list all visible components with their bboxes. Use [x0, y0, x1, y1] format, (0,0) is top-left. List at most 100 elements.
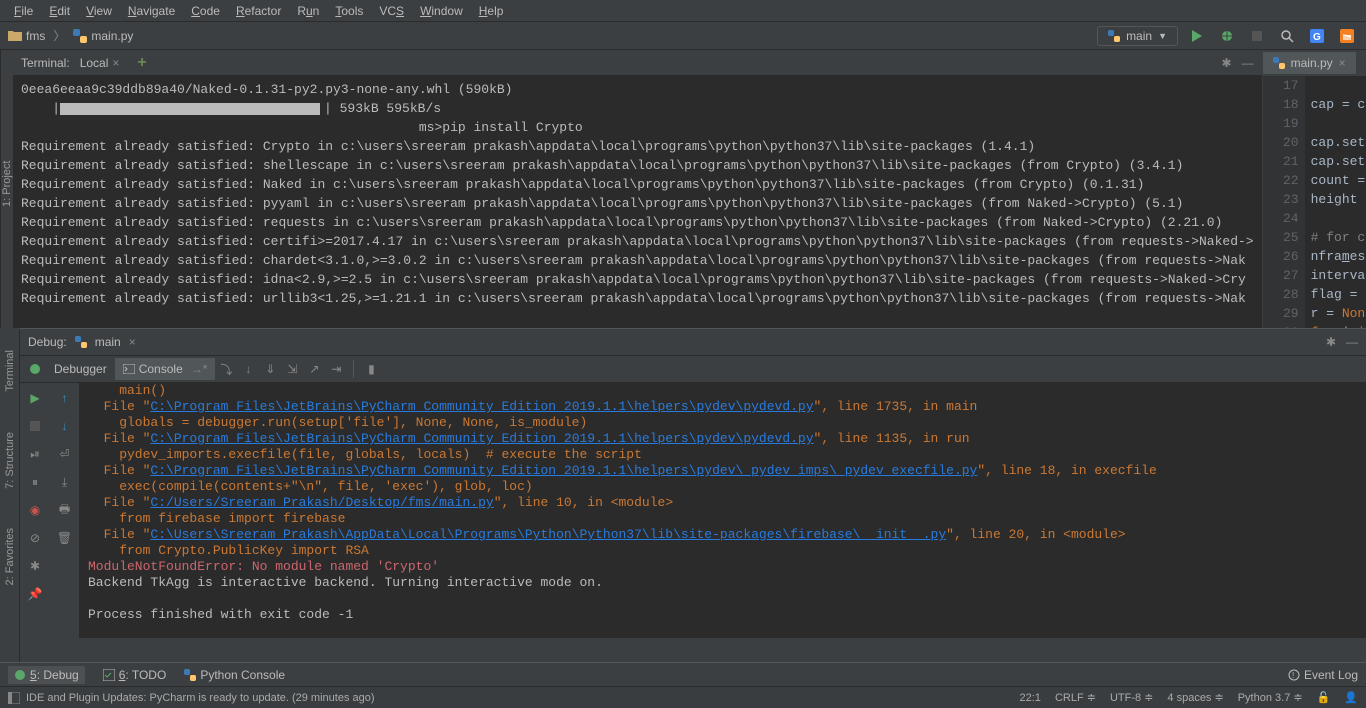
step-over-icon[interactable]: ⤵	[215, 358, 237, 380]
breadcrumb-folder[interactable]: fms	[8, 29, 45, 43]
console-icon	[123, 364, 135, 374]
menu-window[interactable]: Window	[412, 4, 471, 18]
structure-tool-button[interactable]: 7: Structure	[4, 432, 16, 489]
close-icon[interactable]: ×	[1339, 56, 1346, 70]
python-icon	[184, 669, 196, 681]
bug-icon	[14, 669, 26, 681]
python-icon	[1273, 57, 1285, 69]
terminal-title: Terminal:	[21, 56, 70, 70]
terminal-tab-local[interactable]: Local ×	[74, 54, 126, 72]
terminal-output[interactable]: 0eea6eeaa9c39ddb89a40/Naked-0.1.31-py2.p…	[13, 76, 1262, 328]
soft-wrap-icon[interactable]: ⏎	[54, 443, 76, 465]
cursor-position[interactable]: 22:1	[1020, 692, 1041, 704]
menu-navigate[interactable]: Navigate	[120, 4, 183, 18]
chevron-down-icon: ▼	[1158, 31, 1167, 41]
favorites-tool-button[interactable]: 2: Favorites	[4, 528, 16, 585]
evaluate-icon[interactable]: ▮	[360, 358, 382, 380]
menu-refactor[interactable]: Refactor	[228, 4, 289, 18]
debug-config-name: main	[95, 335, 121, 349]
force-step-icon[interactable]: ⇲	[281, 358, 303, 380]
close-icon[interactable]: ×	[112, 56, 119, 70]
breadcrumb-file[interactable]: main.py	[73, 29, 133, 43]
debug-console-output[interactable]: main() File "C:\Program Files\JetBrains\…	[80, 383, 1366, 638]
terminal-new-tab[interactable]: +	[137, 54, 146, 72]
search-everywhere-button[interactable]	[1276, 25, 1298, 47]
python-icon	[75, 336, 87, 348]
status-bar: IDE and Plugin Updates: PyCharm is ready…	[0, 686, 1366, 708]
debug-title-label: Debug:	[28, 335, 67, 349]
event-log-button[interactable]: ! Event Log	[1288, 668, 1358, 682]
editor-tab-main[interactable]: main.py ×	[1263, 52, 1356, 74]
view-breakpoints-button[interactable]: ◉	[24, 499, 46, 521]
debug-button[interactable]	[1216, 25, 1238, 47]
bottom-tool-bar: 5: Debug 6: TODO Python Console ! Event …	[0, 662, 1366, 686]
svg-text:G: G	[1313, 32, 1321, 43]
menu-help[interactable]: Help	[471, 4, 512, 18]
up-icon[interactable]: ↑	[54, 387, 76, 409]
run-to-cursor-icon[interactable]: ⇥	[325, 358, 347, 380]
scroll-end-icon[interactable]: ⤓	[54, 471, 76, 493]
menu-vcs[interactable]: VCS	[371, 4, 412, 18]
menu-file[interactable]: File	[6, 4, 41, 18]
status-message: IDE and Plugin Updates: PyCharm is ready…	[26, 692, 375, 704]
todo-icon	[103, 669, 115, 681]
python-icon	[73, 29, 87, 43]
indent-selector[interactable]: 4 spaces ≑	[1167, 691, 1223, 704]
run-button[interactable]	[1186, 25, 1208, 47]
run-configuration-selector[interactable]: main ▼	[1097, 26, 1178, 46]
menu-view[interactable]: View	[78, 4, 120, 18]
event-log-icon: !	[1288, 669, 1300, 681]
clear-icon[interactable]: 🗑	[54, 527, 76, 549]
editor-pane: main.py × 171819202122232425262728293031…	[1262, 50, 1366, 328]
menu-edit[interactable]: Edit	[41, 4, 78, 18]
minimize-icon[interactable]: —	[1242, 56, 1254, 70]
terminal-tool-button[interactable]: Terminal	[4, 350, 16, 392]
gear-icon[interactable]: ✱	[1222, 56, 1232, 70]
bottom-tab-debug[interactable]: 5: Debug	[8, 666, 85, 684]
folder-icon	[8, 30, 22, 42]
debug-bug-icon[interactable]	[24, 358, 46, 380]
inspector-icon[interactable]: 👤	[1344, 691, 1358, 704]
close-icon[interactable]: ×	[129, 335, 136, 349]
bottom-tab-python-console[interactable]: Python Console	[184, 668, 285, 682]
print-icon[interactable]: 🖶	[54, 499, 76, 521]
nav-toolbar: fms 〉 main.py main ▼ G	[0, 22, 1366, 50]
menu-code[interactable]: Code	[183, 4, 228, 18]
terminal-pane: Terminal: Local × + ✱ — 0eea6eeaa9c39ddb…	[13, 50, 1262, 328]
resume-button[interactable]: ⏯	[24, 443, 46, 465]
pin-button[interactable]: 📌	[24, 583, 46, 605]
settings-button[interactable]: ✱	[24, 555, 46, 577]
menu-run[interactable]: Run	[289, 4, 327, 18]
mute-breakpoints-button[interactable]: ⊘	[24, 527, 46, 549]
lock-icon[interactable]: 🔓	[1317, 691, 1331, 704]
stop-button[interactable]	[24, 415, 46, 437]
step-into-icon[interactable]: ↓	[237, 358, 259, 380]
code-editor[interactable]: 17181920212223242526272829303132 cap = c…	[1263, 76, 1366, 328]
debug-pane: Debug: main × ✱ — Debugger Console →* ⤵ …	[20, 328, 1366, 638]
breadcrumb-separator: 〉	[53, 27, 65, 44]
debugger-tab[interactable]: Debugger	[46, 358, 115, 380]
gear-icon[interactable]: ✱	[1326, 335, 1336, 349]
pause-button[interactable]: ⏸	[24, 471, 46, 493]
stackoverflow-icon[interactable]	[1336, 25, 1358, 47]
python-icon	[1108, 30, 1120, 42]
stop-button[interactable]	[1246, 25, 1268, 47]
line-gutter: 17181920212223242526272829303132	[1263, 76, 1305, 328]
project-tool-button[interactable]: 1: Project	[1, 161, 13, 207]
down-icon[interactable]: ↓	[54, 415, 76, 437]
menu-tools[interactable]: Tools	[327, 4, 371, 18]
line-ending-selector[interactable]: CRLF ≑	[1055, 691, 1096, 704]
menu-bar: File Edit View Navigate Code Refactor Ru…	[0, 0, 1366, 22]
console-tab[interactable]: Console →*	[115, 358, 216, 380]
tool-window-icon[interactable]	[8, 692, 20, 704]
google-search-icon[interactable]: G	[1306, 25, 1328, 47]
encoding-selector[interactable]: UTF-8 ≑	[1110, 691, 1153, 704]
step-out-icon[interactable]: ↗	[303, 358, 325, 380]
interpreter-selector[interactable]: Python 3.7 ≑	[1238, 691, 1303, 704]
left-tool-stripe-lower: Terminal 7: Structure 2: Favorites	[0, 330, 20, 662]
step-into-my-icon[interactable]: ⇓	[259, 358, 281, 380]
rerun-button[interactable]: ▶	[24, 387, 46, 409]
bottom-tab-todo[interactable]: 6: TODO	[103, 668, 167, 682]
minimize-icon[interactable]: —	[1346, 335, 1358, 349]
left-tool-stripe: 1: Project	[0, 50, 13, 328]
